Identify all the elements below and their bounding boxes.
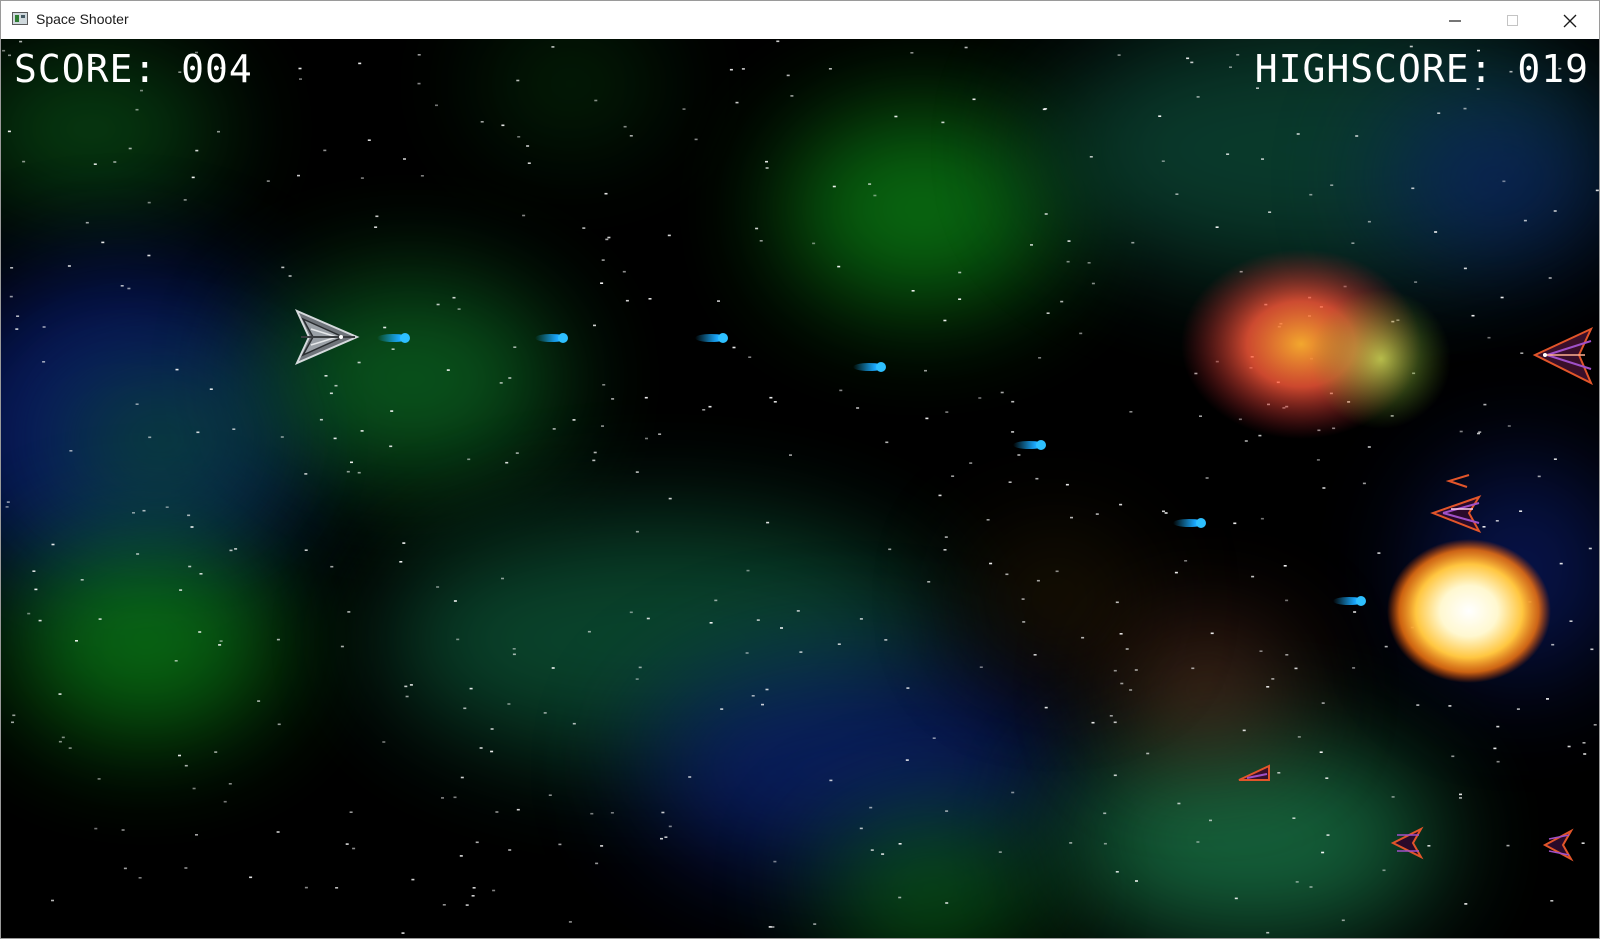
silver-fighter-icon — [294, 309, 360, 365]
blue-plasma-bolt-icon — [377, 333, 410, 343]
blue-plasma-bolt-icon — [1173, 518, 1206, 528]
red-purple-enemy-ship-icon — [1532, 326, 1594, 386]
blue-plasma-bolt-icon — [695, 333, 728, 343]
title-bar[interactable]: Space Shooter — [1, 1, 1599, 39]
red-purple-enemy-ship-icon — [1542, 828, 1574, 862]
highscore-label: HIGHSCORE: 019 — [1254, 47, 1589, 91]
window-title: Space Shooter — [36, 11, 129, 27]
game-objects — [294, 249, 1594, 862]
blue-plasma-bolt-icon — [853, 362, 886, 372]
score-label: SCORE: 004 — [14, 47, 253, 91]
red-purple-enemy-ship-icon — [1430, 474, 1482, 533]
blue-plasma-bolt-icon — [1333, 596, 1366, 606]
maximize-button[interactable] — [1484, 1, 1542, 39]
maximize-icon — [1507, 15, 1518, 26]
game-window: Space Shooter SCORE: 004 HIGHSCORE: 019 — [0, 0, 1600, 939]
explosion-cloud-icon — [1181, 249, 1451, 439]
blue-plasma-bolt-icon — [535, 333, 568, 343]
explosion-fireball-icon — [1387, 539, 1551, 683]
close-button[interactable] — [1541, 1, 1599, 39]
game-canvas[interactable]: SCORE: 004 HIGHSCORE: 019 — [1, 39, 1599, 938]
minimize-button[interactable] — [1426, 1, 1484, 39]
minimize-icon — [1449, 20, 1461, 22]
close-icon — [1563, 14, 1577, 28]
blue-plasma-bolt-icon — [1013, 440, 1046, 450]
red-purple-enemy-ship-icon — [1390, 826, 1424, 860]
red-purple-enemy-ship-icon — [1238, 764, 1270, 781]
app-window-icon — [12, 12, 28, 25]
